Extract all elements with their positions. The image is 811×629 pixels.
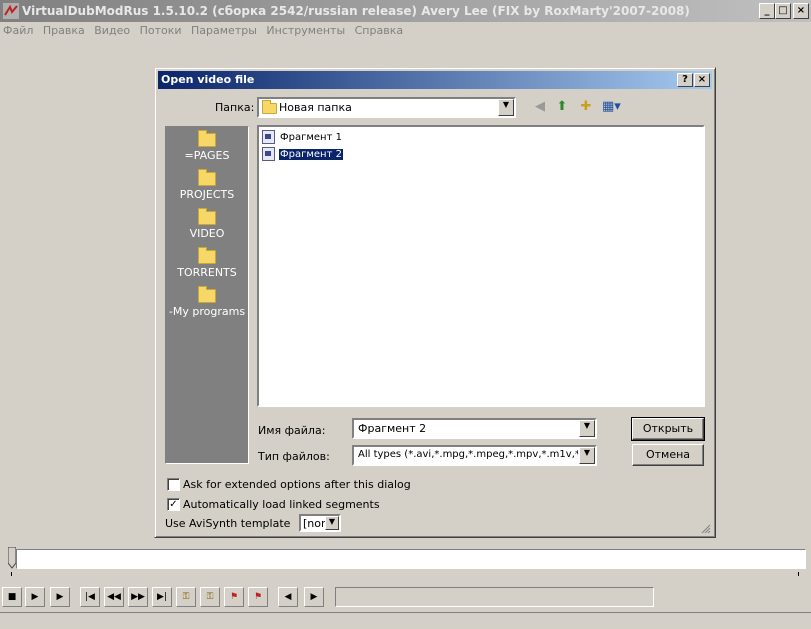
chevron-down-icon[interactable]: ▼	[579, 447, 595, 464]
ask-options-checkbox[interactable]	[167, 478, 180, 491]
forward-button[interactable]: ▶▶	[128, 587, 148, 607]
folder-icon	[198, 247, 216, 264]
go-start-button[interactable]: |◀	[80, 587, 100, 607]
resize-grip-icon[interactable]	[701, 524, 711, 534]
menu-help[interactable]: Справка	[352, 22, 406, 37]
ask-options-label: Ask for extended options after this dial…	[183, 478, 411, 491]
chevron-down-icon[interactable]: ▼	[498, 99, 514, 116]
place-label: PROJECTS	[179, 188, 235, 201]
play-output-button[interactable]: ▶	[50, 587, 70, 607]
stop-button[interactable]: ■	[2, 587, 22, 607]
folder-icon	[262, 100, 277, 114]
dialog-title: Open video file	[161, 73, 255, 86]
rewind-button[interactable]: ◀◀	[104, 587, 124, 607]
nudge-left-button[interactable]: ◀	[278, 587, 298, 607]
place-video[interactable]: VIDEO	[166, 208, 248, 240]
filename-value: Фрагмент 2	[358, 422, 427, 435]
place-label: TORRENTS	[177, 266, 237, 279]
place-label: VIDEO	[189, 227, 225, 240]
filetype-select[interactable]: All types (*.avi,*.mpg,*.mpeg,*.mpv,*.m1…	[352, 445, 597, 466]
dialog-close-button[interactable]: ×	[694, 73, 710, 87]
mark-out-button[interactable]: ⚑	[248, 587, 268, 607]
folder-icon	[198, 286, 216, 303]
video-file-icon	[262, 147, 275, 161]
new-folder-icon[interactable]: ✚	[577, 98, 595, 116]
position-display	[335, 587, 654, 607]
folder-combo[interactable]: Новая папка ▼	[257, 97, 516, 118]
file-list[interactable]: Фрагмент 1 Фрагмент 2	[257, 125, 705, 407]
avisynth-select[interactable]: [nor ▼	[299, 514, 341, 532]
timeline-thumb[interactable]	[7, 546, 17, 569]
cancel-button[interactable]: Отмена	[632, 444, 704, 466]
folder-icon	[198, 169, 216, 186]
filetype-value: All types (*.avi,*.mpg,*.mpeg,*.mpv,*.m1…	[358, 449, 578, 460]
dialog-title-bar: Open video file ? ×	[158, 71, 712, 89]
filename-input[interactable]: Фрагмент 2 ▼	[352, 418, 597, 439]
avisynth-value: [nor	[303, 517, 326, 530]
filetype-label: Тип файлов:	[258, 450, 330, 463]
mark-in-button[interactable]: ⚑	[224, 587, 244, 607]
status-divider	[0, 612, 811, 613]
place-label: =PAGES	[184, 149, 230, 162]
app-icon[interactable]	[3, 3, 19, 19]
menu-tools[interactable]: Инструменты	[263, 22, 348, 37]
place-pages[interactable]: =PAGES	[166, 130, 248, 162]
place-torrents[interactable]: TORRENTS	[166, 247, 248, 279]
avisynth-label: Use AviSynth template	[165, 517, 291, 530]
place-label: -My programs	[168, 305, 246, 318]
places-bar: =PAGES PROJECTS VIDEO TORRENTS -My progr…	[165, 126, 249, 464]
timeline-slider[interactable]	[16, 549, 806, 569]
go-end-button[interactable]: ▶|	[152, 587, 172, 607]
main-title-bar: VirtualDubModRus 1.5.10.2 (сборка 2542/r…	[0, 0, 811, 22]
place-projects[interactable]: PROJECTS	[166, 169, 248, 201]
minimize-button[interactable]: _	[759, 3, 775, 19]
place-my-programs[interactable]: -My programs	[166, 286, 248, 318]
timeline-tick-end	[798, 572, 799, 576]
maximize-button[interactable]: □	[775, 3, 791, 19]
folder-icon	[198, 130, 216, 147]
close-button[interactable]: ×	[793, 3, 809, 19]
file-name: Фрагмент 1	[280, 131, 342, 143]
autoload-label: Automatically load linked segments	[183, 498, 380, 511]
open-button[interactable]: Открыть	[631, 417, 705, 441]
timeline-tick-start	[11, 572, 12, 576]
next-keyframe-button[interactable]: ⚿	[200, 587, 220, 607]
folder-icon	[198, 208, 216, 225]
menu-edit[interactable]: Правка	[40, 22, 88, 37]
chevron-down-icon[interactable]: ▼	[325, 516, 339, 530]
menu-file[interactable]: Файл	[0, 22, 36, 37]
menu-streams[interactable]: Потоки	[137, 22, 185, 37]
list-item[interactable]: Фрагмент 1	[262, 130, 343, 145]
list-item[interactable]: Фрагмент 2	[262, 147, 344, 162]
chevron-down-icon[interactable]: ▼	[579, 420, 595, 437]
filename-label: Имя файла:	[258, 424, 326, 437]
prev-keyframe-button[interactable]: ⚿	[176, 587, 196, 607]
window-title: VirtualDubModRus 1.5.10.2 (сборка 2542/r…	[22, 4, 690, 18]
up-folder-icon[interactable]: ⬆	[553, 98, 571, 116]
folder-value: Новая папка	[279, 101, 352, 114]
menu-video[interactable]: Видео	[91, 22, 133, 37]
file-name: Фрагмент 2	[278, 147, 344, 161]
nudge-right-button[interactable]: ▶	[304, 587, 324, 607]
menu-options[interactable]: Параметры	[188, 22, 260, 37]
folder-label: Папка:	[215, 101, 255, 114]
autoload-checkbox[interactable]: ✓	[167, 498, 180, 511]
view-menu-icon[interactable]: ▦▾	[602, 98, 621, 116]
menu-bar: Файл Правка Видео Потоки Параметры Инстр…	[0, 22, 811, 40]
help-button[interactable]: ?	[677, 73, 693, 87]
play-input-button[interactable]: ▶	[25, 587, 45, 607]
back-icon[interactable]: ◀	[531, 98, 549, 116]
video-file-icon	[262, 130, 275, 144]
open-video-dialog: Open video file ? × Папка: Новая папка ▼…	[154, 67, 716, 538]
